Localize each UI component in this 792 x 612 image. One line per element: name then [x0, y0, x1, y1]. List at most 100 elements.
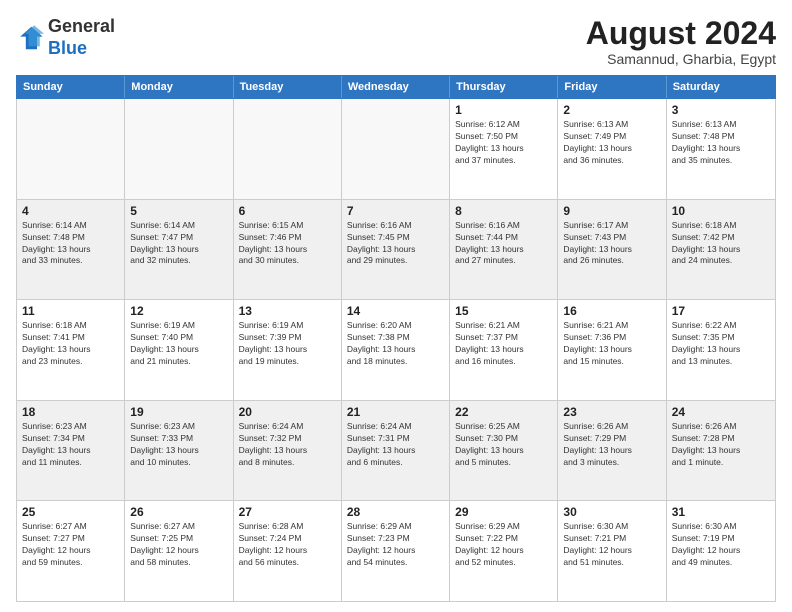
day-info: Sunrise: 6:24 AMSunset: 7:31 PMDaylight:… — [347, 421, 444, 469]
logo-icon — [16, 24, 44, 52]
header: General Blue August 2024 Samannud, Gharb… — [16, 16, 776, 67]
cal-cell-day-15: 15 Sunrise: 6:21 AMSunset: 7:37 PMDayligh… — [450, 300, 558, 400]
cal-cell-day-21: 21 Sunrise: 6:24 AMSunset: 7:31 PMDayligh… — [342, 401, 450, 501]
day-number: 14 — [347, 304, 444, 318]
day-info: Sunrise: 6:30 AMSunset: 7:19 PMDaylight:… — [672, 521, 770, 569]
day-info: Sunrise: 6:30 AMSunset: 7:21 PMDaylight:… — [563, 521, 660, 569]
logo-text: General Blue — [48, 16, 115, 59]
cal-cell-day-16: 16Sunrise: 6:21 AMSunset: 7:36 PMDayligh… — [558, 300, 666, 400]
cal-cell-day-29: 29Sunrise: 6:29 AMSunset: 7:22 PMDayligh… — [450, 501, 558, 601]
day-number: 15 — [455, 304, 552, 318]
cal-header-thursday: Thursday — [450, 76, 558, 98]
cal-cell-day-10: 10Sunrise: 6:18 AMSunset: 7:42 PMDayligh… — [667, 200, 775, 300]
cal-cell-day-13: 13 Sunrise: 6:19 AMSunset: 7:39 PMDayligh… — [234, 300, 342, 400]
day-number: 17 — [672, 304, 770, 318]
cal-cell-day-2: 2 Sunrise: 6:13 AMSunset: 7:49 PMDaylight… — [558, 99, 666, 199]
cal-cell-day-30: 30Sunrise: 6:30 AMSunset: 7:21 PMDayligh… — [558, 501, 666, 601]
day-number: 24 — [672, 405, 770, 419]
subtitle: Samannud, Gharbia, Egypt — [586, 51, 776, 67]
day-info: Sunrise: 6:14 AMSunset: 7:47 PMDaylight:… — [130, 220, 227, 268]
day-number: 1 — [455, 103, 552, 117]
cal-cell-day-17: 17 Sunrise: 6:22 AMSunset: 7:35 PMDayligh… — [667, 300, 775, 400]
cal-cell-day-8: 8 Sunrise: 6:16 AMSunset: 7:44 PMDaylight… — [450, 200, 558, 300]
cal-cell-day-27: 27Sunrise: 6:28 AMSunset: 7:24 PMDayligh… — [234, 501, 342, 601]
cal-header-saturday: Saturday — [667, 76, 775, 98]
day-info: Sunrise: 6:19 AMSunset: 7:40 PMDaylight:… — [130, 320, 227, 368]
cal-header-monday: Monday — [125, 76, 233, 98]
cal-cell-day-14: 14Sunrise: 6:20 AMSunset: 7:38 PMDayligh… — [342, 300, 450, 400]
day-info: Sunrise: 6:19 AMSunset: 7:39 PMDaylight:… — [239, 320, 336, 368]
day-info: Sunrise: 6:24 AMSunset: 7:32 PMDaylight:… — [239, 421, 336, 469]
cal-cell-day-31: 31Sunrise: 6:30 AMSunset: 7:19 PMDayligh… — [667, 501, 775, 601]
day-number: 18 — [22, 405, 119, 419]
day-info: Sunrise: 6:17 AMSunset: 7:43 PMDaylight:… — [563, 220, 660, 268]
cal-week-2: 4Sunrise: 6:14 AMSunset: 7:48 PMDaylight… — [17, 200, 775, 301]
day-info: Sunrise: 6:23 AMSunset: 7:33 PMDaylight:… — [130, 421, 227, 469]
day-info: Sunrise: 6:27 AMSunset: 7:27 PMDaylight:… — [22, 521, 119, 569]
day-number: 25 — [22, 505, 119, 519]
cal-cell-day-23: 23Sunrise: 6:26 AMSunset: 7:29 PMDayligh… — [558, 401, 666, 501]
cal-cell-day-25: 25 Sunrise: 6:27 AMSunset: 7:27 PMDayligh… — [17, 501, 125, 601]
day-info: Sunrise: 6:29 AMSunset: 7:23 PMDaylight:… — [347, 521, 444, 569]
day-info: Sunrise: 6:21 AMSunset: 7:37 PMDaylight:… — [455, 320, 552, 368]
cal-header-wednesday: Wednesday — [342, 76, 450, 98]
day-info: Sunrise: 6:25 AMSunset: 7:30 PMDaylight:… — [455, 421, 552, 469]
main-title: August 2024 — [586, 16, 776, 51]
calendar-header-row: SundayMondayTuesdayWednesdayThursdayFrid… — [16, 75, 776, 99]
cal-cell-empty — [342, 99, 450, 199]
logo: General Blue — [16, 16, 115, 59]
cal-cell-day-20: 20 Sunrise: 6:24 AMSunset: 7:32 PMDayligh… — [234, 401, 342, 501]
page: General Blue August 2024 Samannud, Gharb… — [0, 0, 792, 612]
cal-header-tuesday: Tuesday — [234, 76, 342, 98]
day-number: 22 — [455, 405, 552, 419]
cal-cell-day-24: 24 Sunrise: 6:26 AMSunset: 7:28 PMDayligh… — [667, 401, 775, 501]
day-info: Sunrise: 6:26 AMSunset: 7:28 PMDaylight:… — [672, 421, 770, 469]
day-info: Sunrise: 6:16 AMSunset: 7:44 PMDaylight:… — [455, 220, 552, 268]
day-number: 23 — [563, 405, 660, 419]
day-info: Sunrise: 6:15 AMSunset: 7:46 PMDaylight:… — [239, 220, 336, 268]
day-number: 19 — [130, 405, 227, 419]
cal-cell-day-18: 18 Sunrise: 6:23 AMSunset: 7:34 PMDayligh… — [17, 401, 125, 501]
day-number: 11 — [22, 304, 119, 318]
title-block: August 2024 Samannud, Gharbia, Egypt — [586, 16, 776, 67]
day-info: Sunrise: 6:28 AMSunset: 7:24 PMDaylight:… — [239, 521, 336, 569]
cal-week-3: 11 Sunrise: 6:18 AMSunset: 7:41 PMDayligh… — [17, 300, 775, 401]
cal-cell-empty — [125, 99, 233, 199]
cal-cell-empty — [234, 99, 342, 199]
cal-week-1: 1Sunrise: 6:12 AMSunset: 7:50 PMDaylight… — [17, 99, 775, 200]
day-info: Sunrise: 6:22 AMSunset: 7:35 PMDaylight:… — [672, 320, 770, 368]
cal-week-4: 18 Sunrise: 6:23 AMSunset: 7:34 PMDayligh… — [17, 401, 775, 502]
cal-week-5: 25 Sunrise: 6:27 AMSunset: 7:27 PMDayligh… — [17, 501, 775, 601]
cal-cell-day-28: 28 Sunrise: 6:29 AMSunset: 7:23 PMDayligh… — [342, 501, 450, 601]
cal-cell-empty — [17, 99, 125, 199]
day-number: 20 — [239, 405, 336, 419]
day-info: Sunrise: 6:18 AMSunset: 7:41 PMDaylight:… — [22, 320, 119, 368]
day-number: 6 — [239, 204, 336, 218]
cal-cell-day-6: 6 Sunrise: 6:15 AMSunset: 7:46 PMDaylight… — [234, 200, 342, 300]
day-number: 13 — [239, 304, 336, 318]
cal-cell-day-9: 9Sunrise: 6:17 AMSunset: 7:43 PMDaylight… — [558, 200, 666, 300]
day-number: 4 — [22, 204, 119, 218]
day-number: 2 — [563, 103, 660, 117]
cal-cell-day-1: 1Sunrise: 6:12 AMSunset: 7:50 PMDaylight… — [450, 99, 558, 199]
day-number: 28 — [347, 505, 444, 519]
cal-cell-day-7: 7Sunrise: 6:16 AMSunset: 7:45 PMDaylight… — [342, 200, 450, 300]
cal-header-friday: Friday — [558, 76, 666, 98]
day-number: 8 — [455, 204, 552, 218]
day-info: Sunrise: 6:13 AMSunset: 7:48 PMDaylight:… — [672, 119, 770, 167]
day-info: Sunrise: 6:27 AMSunset: 7:25 PMDaylight:… — [130, 521, 227, 569]
day-info: Sunrise: 6:16 AMSunset: 7:45 PMDaylight:… — [347, 220, 444, 268]
calendar-body: 1Sunrise: 6:12 AMSunset: 7:50 PMDaylight… — [16, 99, 776, 602]
cal-cell-day-12: 12 Sunrise: 6:19 AMSunset: 7:40 PMDayligh… — [125, 300, 233, 400]
day-number: 16 — [563, 304, 660, 318]
cal-cell-day-22: 22 Sunrise: 6:25 AMSunset: 7:30 PMDayligh… — [450, 401, 558, 501]
day-number: 21 — [347, 405, 444, 419]
day-number: 12 — [130, 304, 227, 318]
day-info: Sunrise: 6:23 AMSunset: 7:34 PMDaylight:… — [22, 421, 119, 469]
day-info: Sunrise: 6:29 AMSunset: 7:22 PMDaylight:… — [455, 521, 552, 569]
cal-cell-day-5: 5Sunrise: 6:14 AMSunset: 7:47 PMDaylight… — [125, 200, 233, 300]
cal-cell-day-26: 26Sunrise: 6:27 AMSunset: 7:25 PMDayligh… — [125, 501, 233, 601]
day-info: Sunrise: 6:13 AMSunset: 7:49 PMDaylight:… — [563, 119, 660, 167]
cal-cell-day-3: 3Sunrise: 6:13 AMSunset: 7:48 PMDaylight… — [667, 99, 775, 199]
cal-cell-day-4: 4Sunrise: 6:14 AMSunset: 7:48 PMDaylight… — [17, 200, 125, 300]
